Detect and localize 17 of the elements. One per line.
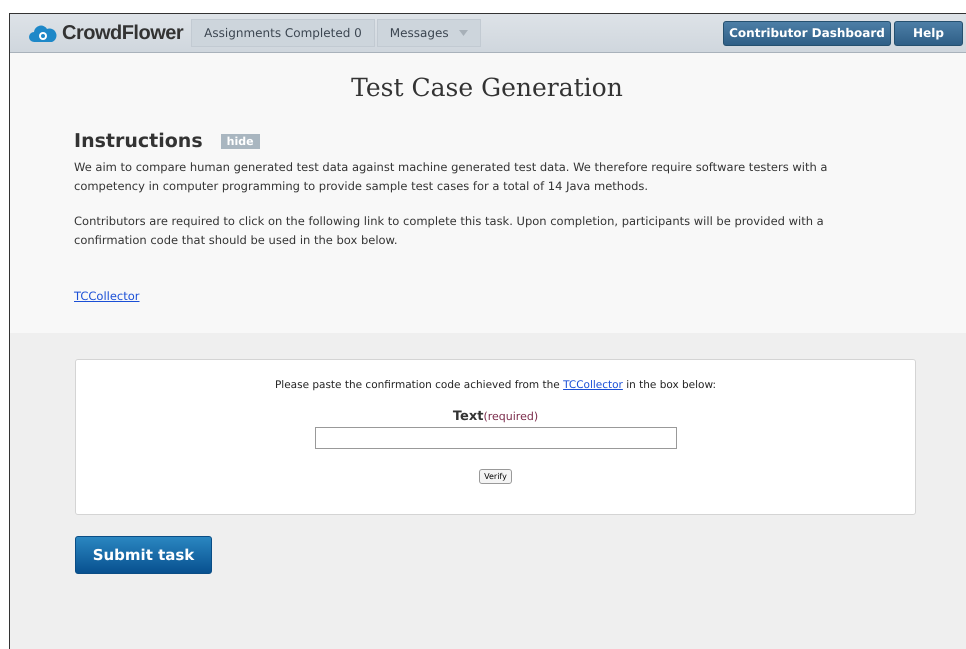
brand-name: CrowdFlower (62, 22, 184, 44)
page-title: Test Case Generation (350, 73, 624, 102)
verify-button[interactable]: Verify (479, 469, 512, 484)
tccollector-link[interactable]: TCCollector (563, 379, 623, 391)
submit-task-button[interactable]: Submit task (75, 536, 212, 574)
nav-item[interactable]: Assignments Completed 0 (191, 19, 375, 47)
nav-item[interactable]: Messages (376, 19, 481, 47)
tccollector-link[interactable]: TCCollector (74, 289, 140, 303)
nav-button[interactable]: Help (894, 20, 963, 46)
field-label: Text(required) (452, 409, 538, 424)
instructions-heading: Instructions (74, 130, 203, 152)
prompt-text: Please paste the confirmation code achieved from the TCCollector in the box below: (274, 379, 716, 391)
caret-icon (458, 30, 468, 36)
text-input-field[interactable] (314, 427, 676, 449)
instructions-paragraph: We aim to compare human generated test data against machine generated test data. We therefore require software testers with a competency in computer programming to provide sample test cases for a total of 14 Java methods. (74, 159, 828, 194)
instructions-paragraph: Contributors are required to click on the following link to complete this task. Upon completion, participants will be provided with a confirmation code that should be used in the box below. (74, 213, 825, 248)
nav-button[interactable]: Contributor Dashboard (723, 20, 891, 46)
